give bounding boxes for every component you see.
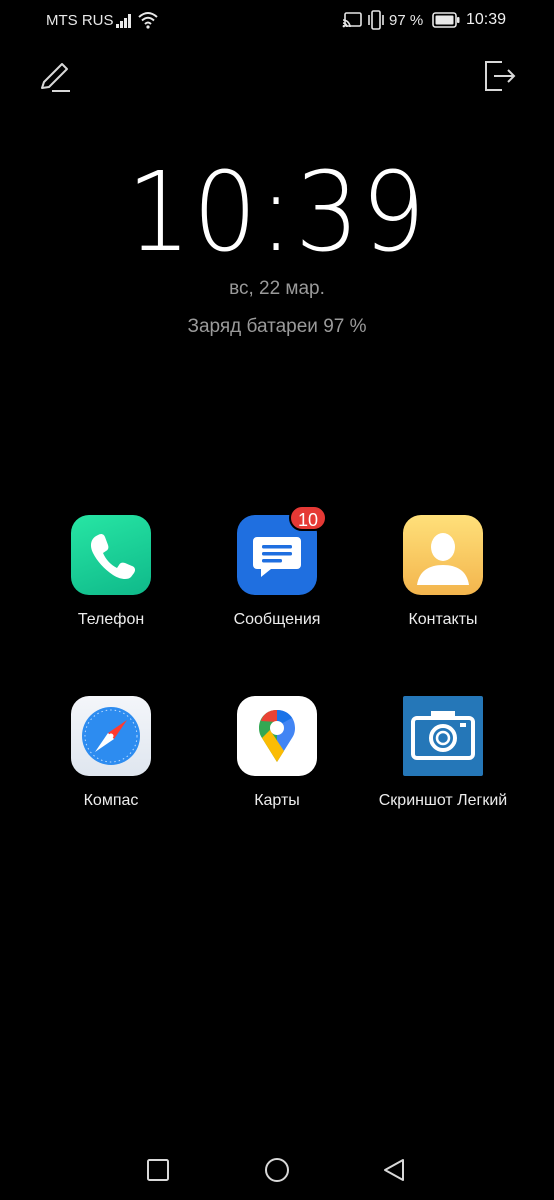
app-compass[interactable]: Компас — [26, 696, 196, 810]
wifi-icon — [138, 12, 158, 29]
app-label: Компас — [83, 792, 139, 809]
contacts-icon[interactable] — [403, 515, 483, 595]
exit-icon[interactable] — [482, 58, 516, 94]
app-label: Скриншот Легкий — [378, 792, 508, 809]
app-contacts[interactable]: Контакты — [358, 515, 528, 629]
app-label: Сообщения — [233, 611, 321, 628]
home-circle-icon[interactable] — [264, 1157, 290, 1183]
battery-percent: 97 % — [389, 12, 424, 29]
cast-icon — [342, 12, 362, 28]
recents-square-icon[interactable] — [146, 1158, 170, 1182]
vibrate-icon — [368, 10, 384, 30]
maps-icon[interactable] — [237, 696, 317, 776]
app-maps[interactable]: Карты — [192, 696, 362, 810]
status-time: 10:39 — [466, 11, 507, 28]
phone-icon[interactable] — [71, 515, 151, 595]
back-triangle-icon[interactable] — [381, 1157, 407, 1183]
app-messages[interactable]: 10 Сообщения — [192, 505, 362, 629]
battery-status-text: Заряд батареи 97 % — [187, 316, 367, 337]
edit-icon[interactable] — [38, 60, 72, 94]
app-label: Контакты — [408, 611, 478, 628]
app-label: Карты — [254, 792, 300, 809]
app-phone[interactable]: Телефон — [26, 515, 196, 629]
clock-text: 10:39 — [126, 148, 428, 276]
camera-icon[interactable] — [403, 696, 483, 776]
unread-badge: 10 — [289, 505, 327, 531]
compass-icon[interactable] — [71, 696, 151, 776]
status-bar: MTS RUS 97 % 10:39 — [0, 0, 554, 40]
signal-icon — [116, 14, 131, 28]
app-label: Телефон — [77, 611, 145, 628]
battery-icon — [432, 12, 460, 28]
messages-icon[interactable]: 10 — [237, 505, 327, 595]
lockscreen-date: вс, 22 мар. — [229, 278, 325, 299]
carrier-name: MTS RUS — [46, 12, 114, 29]
app-screenshot-easy[interactable]: Скриншот Легкий — [358, 696, 528, 810]
lockscreen-clock: 10:39 — [22, 148, 532, 276]
